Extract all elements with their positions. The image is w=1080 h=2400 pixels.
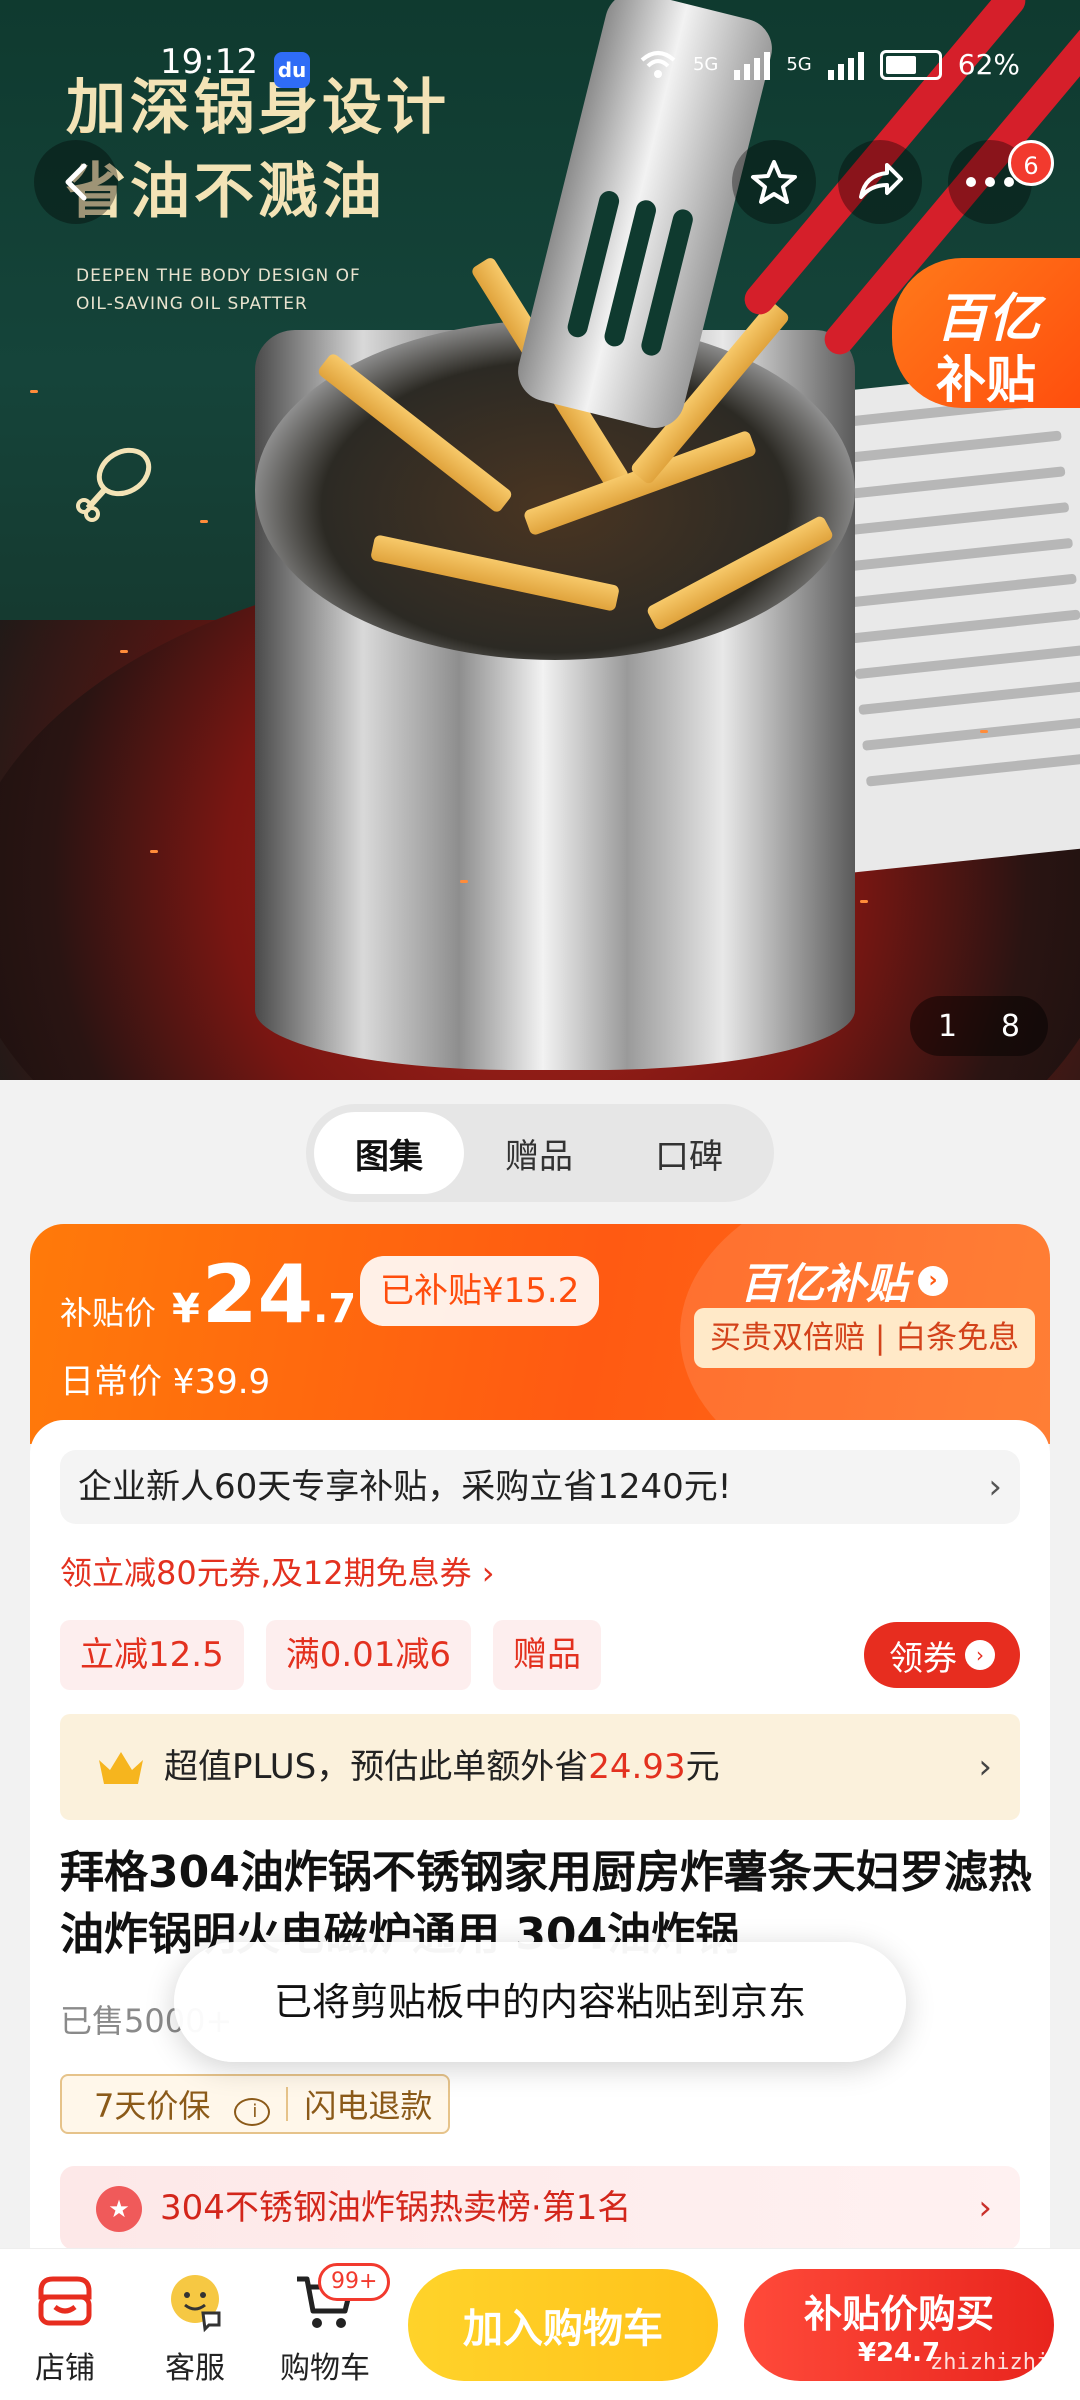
star-icon [751,160,797,204]
signal-bars-icon [734,50,771,80]
favorite-button[interactable] [732,140,816,224]
status-time: 19:12 [160,42,258,82]
plus-savings-bar[interactable]: 超值PLUS，预估此单额外省24.93元 › [60,1714,1020,1820]
price-label: 补贴价 [60,1294,157,1332]
chevron-right-icon: › [978,1747,992,1787]
enterprise-promo[interactable]: 企业新人60天专享补贴，采购立省1240元! › [60,1450,1020,1524]
status-bar: 19:12 du 5G 5G 62% [0,0,1080,88]
coupon-link[interactable]: 领立减80元券,及12期免息券 › [60,1548,495,1594]
store-button[interactable]: 店铺 [10,2269,120,2387]
subsidy-price: ¥24.7 [172,1248,357,1341]
subsidy-badge: 百亿 补贴 [892,258,1080,409]
hero-headline: 加深锅身设计 省油不溅油 [66,73,450,227]
guarantee-tag: 买贵双倍赔 | 白条免息 [694,1308,1036,1368]
promo-chip[interactable]: 立减12.5 [60,1620,244,1690]
site-watermark: zhizhizhi.com [930,2350,1080,2375]
bestseller-rank-bar[interactable]: ★ 304不锈钢油炸锅热卖榜·第1名 › [60,2166,1020,2250]
medal-icon: ★ [96,2186,142,2232]
customer-service-button[interactable]: 客服 [140,2269,250,2387]
more-dots-icon [966,177,1014,187]
promo-chip[interactable]: 赠品 [493,1620,602,1690]
page-total: 8 [1000,1008,1020,1044]
tab-reviews[interactable]: 口碑 [614,1112,764,1194]
info-icon: i [234,2098,271,2126]
battery-level: 62% [957,48,1020,81]
notification-app-icon: du [274,52,310,88]
battery-icon [879,49,942,80]
promo-chip[interactable]: 满0.01减6 [265,1620,472,1690]
bottom-action-bar: 店铺 客服 购物车 99+ 加入购物车 补贴价购买 ¥24.7 [0,2248,1080,2400]
price-protect-tag: 7天价保 i [62,2081,286,2127]
drumstick-icon [76,447,152,522]
product-image-carousel[interactable]: 加深锅身设计 省油不溅油 DEEPEN THE BODY DESIGN OF O… [0,0,1080,1080]
daily-price: 日常价 ¥39.9 [60,1362,271,1402]
service-tags[interactable]: 7天价保 i 闪电退款 [60,2074,451,2134]
signal-bars-icon [827,50,864,80]
page-current: 1 [938,1008,958,1044]
tab-gifts[interactable]: 赠品 [464,1112,614,1194]
get-coupon-button[interactable]: 领券 › [864,1622,1020,1688]
message-count-badge: 6 [1008,140,1054,186]
customer-service-icon [171,2275,221,2333]
tab-gallery[interactable]: 图集 [314,1112,464,1194]
network-type-1: 5G [692,54,719,75]
chevron-left-icon [65,163,87,201]
fast-refund-tag: 闪电退款 [304,2087,433,2125]
clipboard-toast: 已将剪贴板中的内容粘贴到京东 [174,1942,906,2062]
promo-chips: 立减12.5 满0.01减6 赠品 [60,1620,602,1690]
hero-subheadline: DEEPEN THE BODY DESIGN OF OIL-SAVING OIL… [76,266,361,314]
network-type-2: 5G [786,54,812,75]
share-icon [859,163,903,199]
back-button[interactable] [34,140,118,224]
chevron-right-icon: › [965,1640,995,1670]
product-info-card: 企业新人60天专享补贴，采购立省1240元! › 领立减80元券,及12期免息券… [30,1420,1050,2280]
image-page-counter: 1 8 [910,996,1048,1056]
wifi-icon [640,50,676,78]
cart-count-badge: 99+ [318,2263,391,2301]
add-to-cart-button[interactable]: 加入购物车 [408,2269,718,2381]
chevron-right-icon: › [988,1467,1002,1507]
store-icon [38,2276,92,2326]
subsidized-amount: 已补贴¥15.2 [360,1256,600,1326]
share-button[interactable] [838,140,922,224]
chevron-right-icon: › [918,1265,949,1296]
chevron-right-icon: › [978,2188,992,2228]
media-tabs: 图集 赠品 口碑 [306,1104,774,1202]
price-banner: 补贴价 ¥24.7 已补贴¥15.2 日常价 ¥39.9 百亿补贴 › 买贵双倍… [30,1224,1050,1444]
billion-subsidy-link[interactable]: 百亿补贴 › [740,1250,949,1311]
crown-icon [99,1752,143,1784]
